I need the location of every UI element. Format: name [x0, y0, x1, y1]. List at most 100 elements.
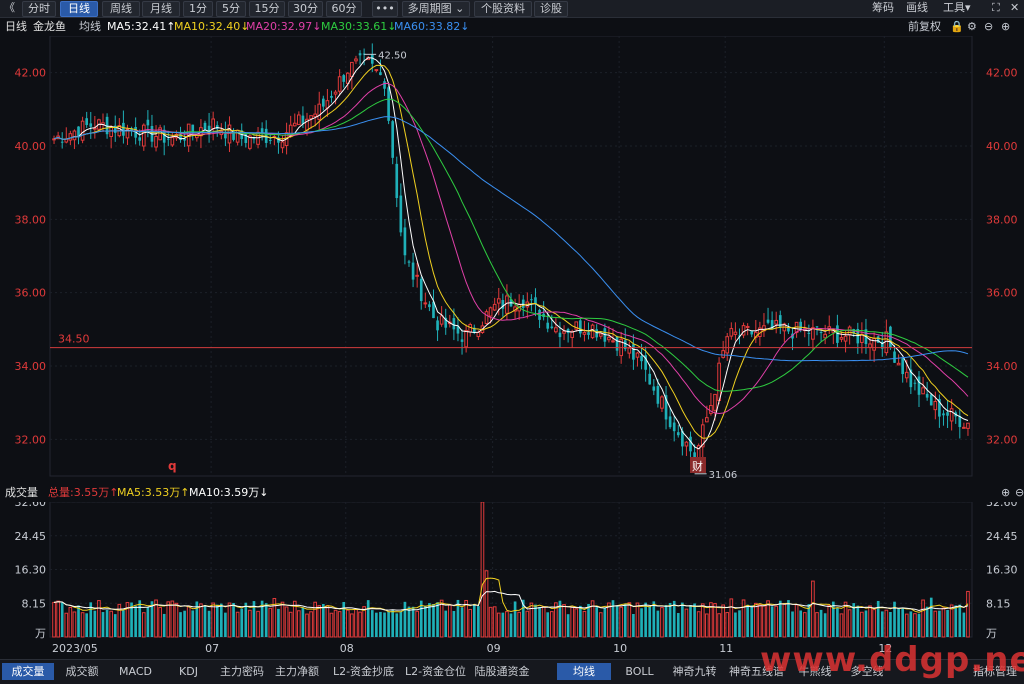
volume-bar	[337, 611, 342, 638]
volume-bar	[439, 599, 444, 638]
volume-bar	[872, 609, 876, 638]
avg-label[interactable]: 均线	[79, 18, 101, 36]
volume-bar	[802, 612, 807, 638]
x-tick-label: 07	[205, 642, 219, 655]
volume-bar	[664, 604, 668, 637]
volume-bar	[113, 614, 117, 637]
zoom-out-icon[interactable]: ⊖	[984, 18, 993, 36]
zoom-in-icon[interactable]: ⊕	[1001, 18, 1010, 36]
indicator-tab-2[interactable]: MACD	[110, 663, 161, 680]
indicator-tab-0[interactable]: 成交量	[2, 663, 54, 680]
candle-body	[807, 332, 811, 334]
volume-bar	[350, 613, 354, 638]
volume-bar	[60, 602, 64, 637]
volume-bar	[375, 612, 378, 637]
candle-body	[419, 278, 423, 302]
volume-total: 总量:3.55万↑	[48, 486, 119, 499]
tab-11[interactable]: 个股资料	[474, 1, 532, 17]
volume-bar	[219, 603, 223, 637]
volume-chart[interactable]: 32.60 32.60 24.45 24.45 16.30 16.30 8.15 8.15 万 万…	[0, 502, 1024, 658]
tab-2[interactable]: 周线	[102, 1, 140, 17]
candle-body	[672, 422, 676, 432]
volume-bar	[492, 606, 497, 638]
indicator-tab-6[interactable]: L2-资金抄底	[326, 663, 401, 680]
volume-bar	[122, 610, 125, 637]
tab-0[interactable]: 分时	[22, 1, 56, 17]
candle-body	[774, 319, 779, 325]
volume-bar	[395, 613, 399, 637]
adjust-label[interactable]: 前复权	[908, 18, 941, 36]
candle-body	[534, 297, 537, 304]
volume-bar	[415, 610, 419, 638]
tab-9[interactable]: •••	[372, 1, 398, 17]
candle-body	[330, 95, 333, 98]
tab-12[interactable]: 诊股	[534, 1, 568, 17]
volume-bar	[224, 612, 227, 637]
tab-1[interactable]: 日线	[60, 1, 98, 17]
volume-bar	[746, 604, 749, 637]
tab-4[interactable]: 1分	[183, 1, 213, 17]
volume-bar	[623, 603, 627, 637]
candle-body	[579, 320, 582, 334]
price-tick-right: 38.00	[986, 213, 1018, 226]
indicator-tab-5[interactable]: 主力净额	[270, 663, 324, 680]
price-tick-left: 32.00	[15, 433, 47, 446]
candle-body	[170, 137, 175, 146]
indicator-tab-4[interactable]: 主力密码	[216, 663, 268, 680]
candle-body	[717, 362, 721, 401]
overlay-tab-2[interactable]: 神奇九转	[668, 663, 721, 680]
candle-body	[460, 339, 464, 342]
volume-bar	[700, 603, 705, 638]
volume-bar	[787, 600, 790, 637]
candle-body	[313, 113, 317, 118]
indicator-tab-3[interactable]: KDJ	[163, 663, 214, 680]
kline-chart[interactable]: 42.00 42.00 40.00 40.00 38.00 38.00 36.00 36.00…	[0, 36, 1024, 516]
indicator-tab-7[interactable]: L2-资金仓位	[403, 663, 468, 680]
candle-body	[627, 347, 632, 354]
ma20-label: MA20:32.97↓	[246, 20, 322, 33]
volume-bar	[909, 611, 913, 637]
chips-button[interactable]: 筹码	[872, 1, 894, 15]
overlay-tab-0[interactable]: 均线	[557, 663, 611, 680]
candle-body	[297, 114, 301, 126]
candle-body	[109, 126, 113, 138]
volume-bar	[933, 610, 938, 638]
volume-bar	[256, 610, 260, 638]
draw-line-button[interactable]: 画线	[906, 1, 928, 15]
tab-8[interactable]: 60分	[326, 1, 362, 17]
fullscreen-icon[interactable]: ⛶	[992, 1, 1000, 15]
candle-body	[819, 332, 823, 334]
candle-body	[823, 333, 827, 339]
volume-bar	[889, 612, 892, 637]
volume-bar	[383, 612, 386, 637]
back-icon[interactable]: 《	[4, 1, 15, 15]
tab-3[interactable]: 月线	[142, 1, 180, 17]
volume-bar	[321, 603, 325, 637]
period-label[interactable]: 日线	[5, 18, 27, 36]
volume-bar	[509, 613, 513, 637]
candle-body	[403, 227, 407, 256]
volume-bar	[582, 610, 587, 638]
candle-body	[904, 371, 909, 379]
settings-icon[interactable]: ⚙	[967, 18, 977, 36]
tab-7[interactable]: 30分	[288, 1, 323, 17]
tab-6[interactable]: 15分	[249, 1, 285, 17]
lock-icon[interactable]: 🔒	[950, 18, 964, 36]
tools-button[interactable]: 工具▾	[943, 1, 971, 15]
tab-10[interactable]: 多周期图 ⌄	[402, 1, 470, 17]
indicator-tab-8[interactable]: 陆股通资金	[470, 663, 534, 680]
candle-body	[464, 329, 468, 348]
candle-body	[484, 311, 489, 324]
candle-body	[492, 303, 497, 311]
candle-body	[309, 115, 313, 120]
volume-settings-icon[interactable]: ⊕	[1001, 484, 1010, 502]
volume-more-icon[interactable]: ⊖	[1015, 484, 1024, 502]
volume-bar	[587, 603, 590, 637]
close-icon[interactable]: ✕	[1010, 1, 1019, 15]
tab-5[interactable]: 5分	[216, 1, 246, 17]
overlay-tab-1[interactable]: BOLL	[613, 663, 666, 680]
indicator-tab-1[interactable]: 成交额	[56, 663, 108, 680]
candle-body	[379, 72, 382, 76]
volume-bar	[598, 612, 603, 638]
candle-body	[407, 261, 411, 263]
